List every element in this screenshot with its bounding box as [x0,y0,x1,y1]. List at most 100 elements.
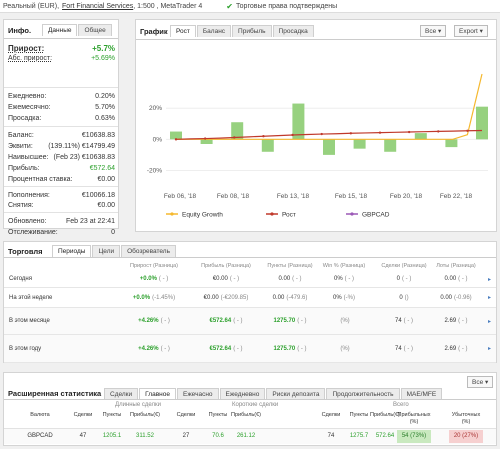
trading-value: +4.26% [138,345,159,352]
info-row: Просадка: 0.63% [8,113,115,124]
expand-icon[interactable]: ▸ [488,345,491,352]
bar-mark [353,139,366,149]
tab-general[interactable]: Общее [78,24,112,36]
graph-panel: График Рост Баланс Прибыль Просадка Все … [135,19,497,232]
abs-growth-value: +5.69% [91,55,115,62]
bar-mark [476,106,488,140]
ext-col-header: Пункты [208,412,228,418]
trading-diff: ( - ) [403,318,413,324]
ext-col-header: Сделки [73,412,93,418]
expand-icon[interactable]: ▸ [488,318,491,325]
bar-mark [261,139,274,152]
export-button[interactable]: Export ▾ [454,25,488,37]
info-row: Ежедневно: 0.20% [8,91,115,102]
extended-stats-title: Расширенная статистика [8,389,102,398]
trading-diff: (-479.6) [286,294,308,301]
ext-cell: 27 [182,433,190,439]
period-dropdown[interactable]: Все ▾ [420,25,447,37]
trading-diff: (-€209.85) [220,294,249,301]
trading-value: 0% [332,294,342,301]
info-row-value: 0.63% [95,115,115,122]
info-stats-rates: Ежедневно: 0.20% Ежемесячно: 5.70% Просадка:… [8,91,115,124]
trading-value: 0 [396,276,400,282]
y-tick-label: -20% [147,167,162,174]
long-trades-group: Длинные сделки [115,402,161,408]
trading-diff: ( - ) [297,345,307,352]
trading-row: На этой неделе +0.0% (-1.45%) €0.00 (-€209.8… [4,288,496,308]
y-tick-label: 0% [153,136,163,143]
info-row-value: €10066.18 [81,191,115,199]
trading-cell: 2.69( - ) [424,318,488,324]
info-row-value: (Feb 23) €10638.83 [53,154,116,161]
trading-panel: Торговля Периоды Цели Обозреватель Приро… [3,241,497,363]
series-point [320,132,323,136]
info-row-value: Feb 23 at 22:41 [65,218,115,225]
trading-diff: ( - ) [229,276,240,282]
ext-cell: 572.64 [375,433,395,439]
info-row-label: Пополнения: [8,191,50,199]
ext-cell: 1275.7 [349,433,369,439]
trading-value: 2.69 [444,345,457,352]
trading-diff: ( - ) [297,318,307,324]
info-row-value: (139.11%) €14799.49 [48,143,115,150]
expand-icon[interactable]: ▸ [488,294,491,301]
info-row-label: Отслеживание: [8,229,58,236]
x-tick-label: Feb 08, '18 [217,193,250,200]
info-row-label: Просадка: [8,115,42,122]
broker-link[interactable]: Fort Financial Services [62,3,133,10]
info-title: Инфо. [8,26,32,35]
abs-growth-label: Абс. прирост: [8,55,53,62]
tab-growth[interactable]: Рост [170,25,196,37]
expand-icon[interactable]: ▸ [488,276,491,283]
series-point [291,133,294,137]
info-stats-updated: Обновлено: Feb 23 at 22:41 Отслеживание: 0 [8,216,115,238]
tab-balance[interactable]: Баланс [196,25,232,37]
chevron-down-icon: ▾ [485,379,489,386]
account-type: Реальный (EUR), [3,2,60,10]
tab-goals[interactable]: Цели [92,245,121,257]
trading-value: 0.00 [278,276,291,282]
ext-cell: 54 (73%) [397,430,431,443]
info-row-label: Снятия: [8,201,34,209]
tab-data[interactable]: Данные [42,24,78,36]
graph-tabs: Рост Баланс Прибыль Просадка [170,25,315,37]
extended-stats-header: Валюта Сделки Пункты Прибыль(€) Сделки Пункты… [4,410,496,427]
tab-drawdown[interactable]: Просадка [272,25,314,37]
info-row: Прибыль: €572.64 [8,163,115,174]
trading-diff: ( - ) [233,318,243,324]
trading-table-header: Прирост (Разница) Прибыль (Разница) Пункты… [4,259,496,271]
tab-periods[interactable]: Периоды [52,245,92,257]
series-point [437,130,440,133]
series-point [349,132,353,135]
trading-diff: ( - ) [292,276,302,282]
trading-value: €0.00 [212,276,228,282]
trading-diff: ( - ) [458,276,468,282]
bar-mark [384,139,397,152]
info-row-label: Ежемесячно: [8,104,51,111]
tab-profit[interactable]: Прибыль [232,25,272,37]
growth-value: +5.7% [92,44,115,53]
trading-value: 1275.70 [273,345,296,352]
graph-title: График [140,27,168,36]
trading-value: 0.00 [440,294,452,301]
trading-tabs: Периоды Цели Обозреватель [52,245,177,257]
ext-col-header: Пункты [349,412,369,418]
ext-cell: GBPCAD [27,433,53,439]
info-row-value: €10638.83 [81,132,115,139]
info-row-label: Наивысшее: [8,154,49,161]
ext-dropdown[interactable]: Все ▾ [467,376,494,388]
tab-browser[interactable]: Обозреватель [121,245,176,257]
trading-cell: 0.00 (-0.96) [424,295,488,301]
trading-diff: ( - ) [402,276,412,282]
account-leverage-platform: , 1:500 , MetaTrader 4 [133,2,203,10]
ext-col-header: Валюта [30,412,50,418]
trading-value: 74 [394,345,402,352]
trading-diff: ( - ) [160,345,170,352]
info-row: Отслеживание: 0 [8,227,115,238]
trading-value: €572.64 [209,318,232,324]
info-row: Обновлено: Feb 23 at 22:41 [8,216,115,227]
trading-table: Сегодня +0.0%( - ) €0.00( - ) 0.00( - ) 0%( … [4,271,496,363]
info-row-value: 0 [111,229,115,236]
trading-diff: ( - ) [403,345,413,352]
trading-cell: +4.26%( - ) [122,318,186,324]
